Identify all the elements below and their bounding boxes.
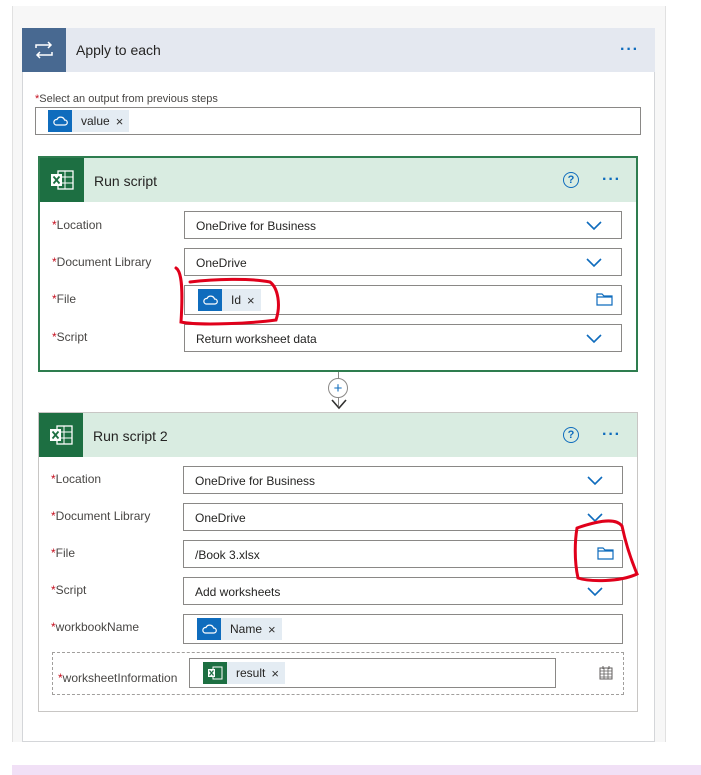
chevron-down-icon[interactable] (586, 219, 602, 231)
run-script-2-title: Run script 2 (93, 428, 168, 444)
next-action-bar (12, 765, 701, 775)
script-value: Return worksheet data (196, 332, 317, 346)
name-token-remove-button[interactable]: × (268, 622, 282, 637)
worksheet-information-label: *worksheetInformation (58, 671, 178, 685)
run-script-2-more-button[interactable]: ··· (602, 427, 621, 443)
document-library-label: *Document Library (51, 509, 151, 523)
run-script-more-button[interactable]: ··· (602, 172, 621, 188)
location-label: *Location (51, 472, 102, 486)
onedrive-icon (197, 618, 221, 640)
excel-icon (39, 413, 83, 457)
script-label: *Script (51, 583, 87, 597)
file-value: /Book 3.xlsx (195, 548, 260, 562)
id-token[interactable]: Id × (198, 289, 261, 311)
apply-to-each-more-button[interactable]: ··· (620, 42, 639, 58)
document-library-value: OneDrive (195, 511, 246, 525)
result-token-remove-button[interactable]: × (271, 666, 285, 681)
result-token[interactable]: result × (203, 662, 285, 684)
onedrive-icon (198, 289, 222, 311)
value-token-remove-button[interactable]: × (116, 114, 130, 129)
help-icon[interactable]: ? (563, 172, 579, 188)
chevron-down-icon[interactable] (586, 256, 602, 268)
chevron-down-icon[interactable] (587, 474, 603, 486)
script-value: Add worksheets (195, 585, 281, 599)
document-library-dropdown[interactable] (183, 503, 623, 531)
value-token-label: value (81, 114, 110, 128)
help-icon[interactable]: ? (563, 427, 579, 443)
chevron-down-icon[interactable] (586, 332, 602, 344)
onedrive-icon (48, 110, 72, 132)
chevron-down-icon[interactable] (587, 511, 603, 523)
plus-icon: + (333, 379, 343, 397)
folder-icon[interactable] (596, 292, 613, 306)
connector-arrow-icon (331, 399, 347, 410)
workbook-name-label: *workbookName (51, 620, 140, 634)
document-library-label: *Document Library (52, 255, 152, 269)
loop-icon (22, 28, 66, 72)
id-token-label: Id (231, 293, 242, 307)
add-step-button[interactable]: + (328, 378, 348, 398)
select-output-label: *Select an output from previous steps (35, 93, 218, 105)
script-label: *Script (52, 330, 88, 344)
name-token[interactable]: Name × (197, 618, 282, 640)
excel-icon (40, 158, 84, 202)
value-token[interactable]: value × (48, 110, 130, 132)
file-label: *File (51, 546, 76, 560)
result-token-label: result (236, 666, 266, 680)
excel-icon (203, 662, 227, 684)
location-value: OneDrive for Business (195, 474, 316, 488)
chevron-down-icon[interactable] (587, 585, 603, 597)
folder-icon[interactable] (597, 546, 614, 560)
apply-to-each-title: Apply to each (76, 42, 161, 58)
file-label: *File (52, 292, 77, 306)
document-library-value: OneDrive (196, 256, 247, 270)
location-label: *Location (52, 218, 103, 232)
id-token-remove-button[interactable]: × (247, 293, 261, 308)
location-value: OneDrive for Business (196, 219, 317, 233)
document-library-dropdown[interactable] (184, 248, 622, 276)
switch-to-array-icon[interactable] (598, 665, 614, 681)
name-token-label: Name (230, 622, 263, 636)
run-script-title: Run script (94, 173, 158, 189)
